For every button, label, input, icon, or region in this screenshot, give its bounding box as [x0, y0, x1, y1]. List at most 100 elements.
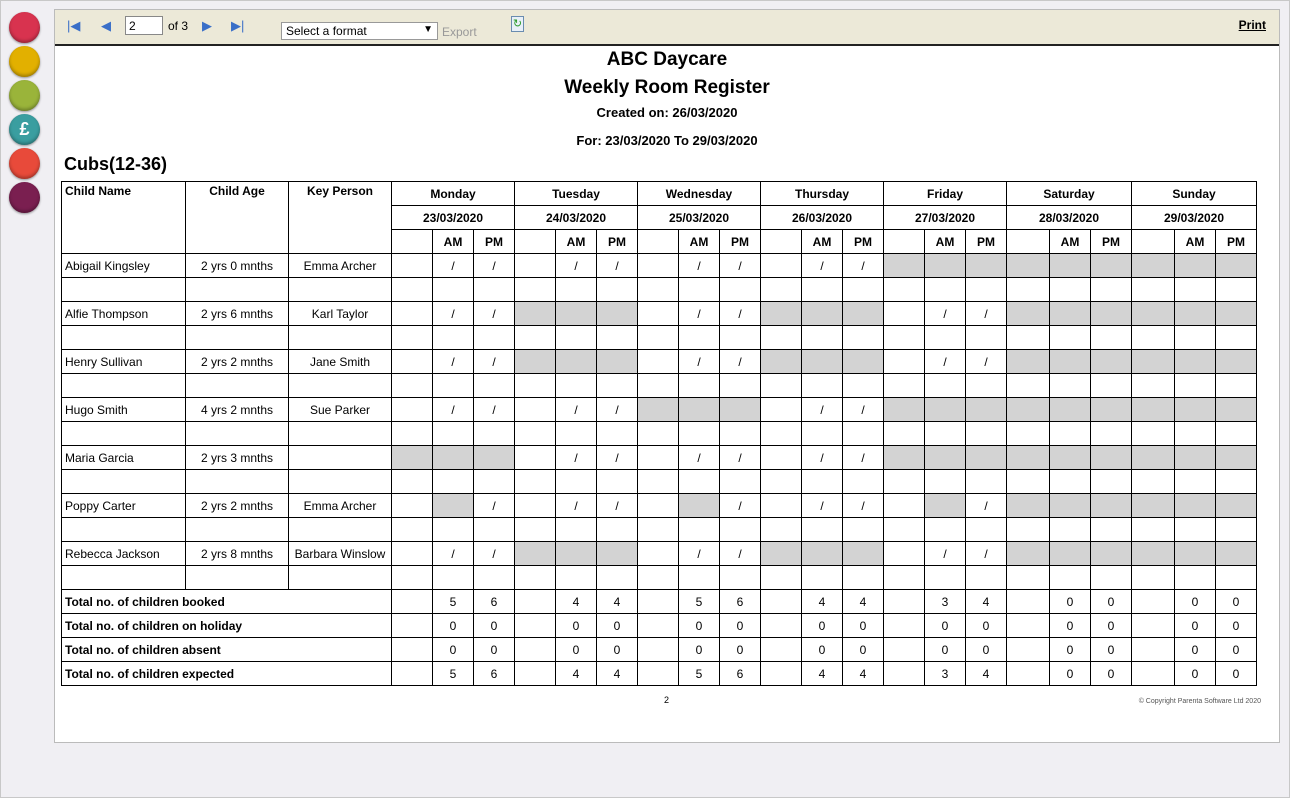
unbooked-cell — [596, 349, 638, 374]
register-table: Child Name Child Age Key Person Monday Tuesd… — [61, 181, 1257, 686]
unbooked-cell — [801, 541, 843, 566]
baby-icon[interactable] — [9, 46, 40, 77]
unbooked-cell — [883, 445, 925, 470]
spacer-row — [61, 421, 1257, 446]
empty-cell — [514, 493, 556, 518]
key-person — [288, 445, 392, 470]
spacer-row — [61, 277, 1257, 302]
am-total: 0 — [1049, 589, 1091, 614]
child-age: 2 yrs 2 mnths — [185, 493, 289, 518]
empty-cell — [842, 469, 884, 494]
pm-total: 0 — [965, 637, 1007, 662]
booked-cell: / — [555, 445, 597, 470]
empty-cell — [637, 469, 679, 494]
unbooked-cell — [1215, 397, 1257, 422]
pm-total: 4 — [596, 589, 638, 614]
empty-cell — [288, 517, 392, 542]
booked-cell: / — [924, 349, 966, 374]
empty-cell — [801, 373, 843, 398]
empty-cell — [760, 517, 802, 542]
empty-cell — [965, 517, 1007, 542]
empty-cell — [1174, 565, 1216, 590]
day-header: Saturday — [1006, 181, 1132, 206]
booked-cell: / — [842, 397, 884, 422]
am-total: 5 — [432, 589, 474, 614]
empty-cell — [1006, 325, 1050, 350]
empty-cell — [1131, 373, 1175, 398]
empty-cell — [965, 421, 1007, 446]
unbooked-cell — [1174, 349, 1216, 374]
empty-cell — [1006, 421, 1050, 446]
export-format-select[interactable]: Select a format ▼ — [281, 22, 438, 40]
am-header: AM — [924, 229, 966, 254]
empty-cell — [637, 541, 679, 566]
unbooked-cell — [678, 397, 720, 422]
empty-cell — [842, 421, 884, 446]
empty-cell — [637, 637, 679, 662]
am-total: 5 — [678, 661, 720, 686]
previous-page-icon[interactable]: ◀ — [101, 18, 111, 34]
empty-cell — [1006, 517, 1050, 542]
unbooked-cell — [965, 397, 1007, 422]
empty-cell — [883, 637, 925, 662]
child-name: Abigail Kingsley — [61, 253, 186, 278]
parent-child-icon[interactable] — [9, 148, 40, 179]
unbooked-cell — [1131, 301, 1175, 326]
booked-cell: / — [719, 253, 761, 278]
empty-cell — [1090, 517, 1132, 542]
empty-cell — [760, 421, 802, 446]
empty-cell — [924, 469, 966, 494]
booked-cell: / — [965, 301, 1007, 326]
empty-cell — [288, 421, 392, 446]
register-icon[interactable] — [9, 80, 40, 111]
unbooked-cell — [514, 301, 556, 326]
first-page-icon[interactable]: |◀ — [67, 18, 80, 34]
total-row: Total no. of children booked 5 6 4 4 5 6 4 4 3 4 0 0… — [61, 589, 1257, 614]
empty-cell — [555, 565, 597, 590]
empty-cell — [514, 277, 556, 302]
wrench-icon[interactable] — [9, 182, 40, 213]
refresh-icon[interactable]: ↻ — [511, 16, 524, 32]
empty-cell — [514, 613, 556, 638]
empty-cell — [1131, 325, 1175, 350]
empty-cell — [1090, 325, 1132, 350]
day-header: Monday — [391, 181, 515, 206]
pm-total: 0 — [1090, 589, 1132, 614]
pm-total: 0 — [473, 637, 515, 662]
empty-cell — [391, 373, 433, 398]
empty-cell — [1131, 277, 1175, 302]
empty-cell — [288, 325, 392, 350]
spacer-row — [61, 565, 1257, 590]
empty-cell — [719, 517, 761, 542]
unbooked-cell — [924, 253, 966, 278]
booked-cell: / — [678, 445, 720, 470]
empty-cell — [1049, 469, 1091, 494]
child-age: 2 yrs 0 mnths — [185, 253, 289, 278]
pm-total: 6 — [473, 661, 515, 686]
booked-cell: / — [432, 349, 474, 374]
empty-cell — [185, 565, 289, 590]
am-total: 0 — [924, 637, 966, 662]
empty-cell — [719, 565, 761, 590]
child-row: Poppy Carter 2 yrs 2 mnths Emma Archer / / / /… — [61, 493, 1257, 518]
am-total: 4 — [555, 661, 597, 686]
empty-cell — [760, 469, 802, 494]
next-page-icon[interactable]: ▶ — [202, 18, 212, 34]
empty-cell — [637, 253, 679, 278]
booked-cell: / — [473, 541, 515, 566]
booked-cell: / — [924, 301, 966, 326]
spacer-row — [61, 373, 1257, 398]
export-link[interactable]: Export — [442, 25, 477, 39]
empty-cell — [473, 517, 515, 542]
empty-cell — [61, 421, 186, 446]
page-number-input[interactable] — [125, 16, 163, 35]
empty-cell — [185, 469, 289, 494]
booked-cell: / — [432, 397, 474, 422]
last-page-icon[interactable]: ▶| — [231, 18, 244, 34]
family-icon[interactable] — [9, 12, 40, 43]
empty-cell — [555, 325, 597, 350]
empty-cell — [760, 373, 802, 398]
child-name: Poppy Carter — [61, 493, 186, 518]
print-link[interactable]: Print — [1239, 18, 1266, 32]
pound-icon[interactable]: £ — [9, 114, 40, 145]
